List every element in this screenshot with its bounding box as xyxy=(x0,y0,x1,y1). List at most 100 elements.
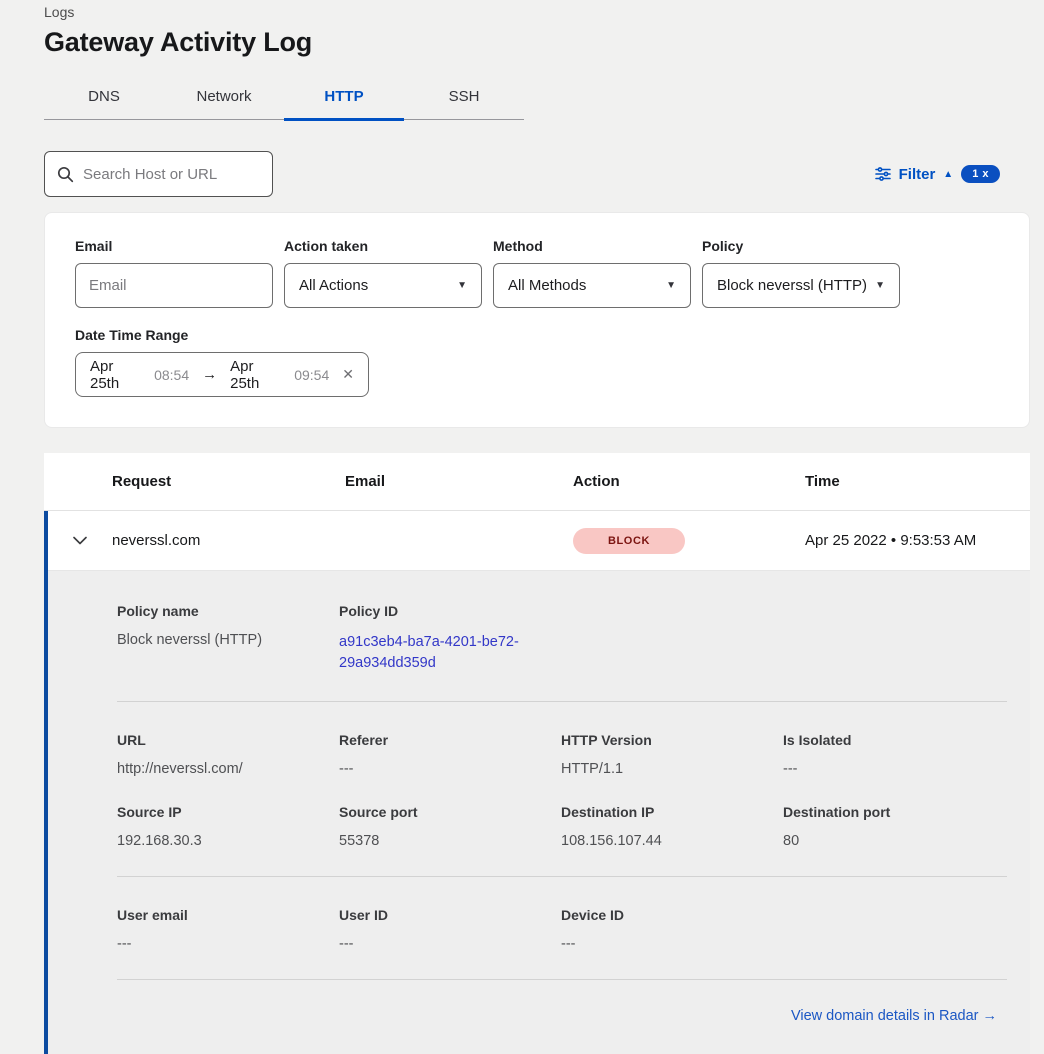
action-taken-select[interactable]: All Actions ▼ xyxy=(284,263,482,308)
row-action: BLOCK xyxy=(573,528,805,554)
http-version-value: HTTP/1.1 xyxy=(561,761,767,777)
start-time[interactable]: 08:54 xyxy=(154,367,189,383)
method-select[interactable]: All Methods ▼ xyxy=(493,263,691,308)
column-header-time: Time xyxy=(805,473,1030,490)
referer-cell: Referer --- xyxy=(339,732,561,777)
url-label: URL xyxy=(117,732,323,748)
section-divider xyxy=(117,701,1007,702)
source-port-label: Source port xyxy=(339,804,545,820)
search-icon xyxy=(57,166,74,183)
referer-value: --- xyxy=(339,761,545,777)
filter-panel: Email Action taken All Actions ▼ Method … xyxy=(44,212,1030,428)
date-range-picker[interactable]: Apr 25th 08:54 → Apr 25th 09:54 ✕ xyxy=(75,352,369,397)
user-email-label: User email xyxy=(117,907,323,923)
destination-port-label: Destination port xyxy=(783,804,989,820)
url-value: http://neverssl.com/ xyxy=(117,761,323,777)
destination-ip-cell: Destination IP 108.156.107.44 xyxy=(561,804,783,849)
page-title: Gateway Activity Log xyxy=(44,27,1044,58)
row-detail-panel: Policy name Block neverssl (HTTP) Policy… xyxy=(48,571,1030,1054)
date-range-field: Date Time Range Apr 25th 08:54 → Apr 25t… xyxy=(75,327,999,397)
destination-ip-label: Destination IP xyxy=(561,804,767,820)
http-section: URL http://neverssl.com/ Referer --- HTT… xyxy=(117,704,1007,879)
source-ip-value: 192.168.30.3 xyxy=(117,833,323,849)
column-header-request: Request xyxy=(112,473,345,490)
url-cell: URL http://neverssl.com/ xyxy=(117,732,339,777)
chevron-up-icon[interactable]: ▲ xyxy=(943,169,953,180)
policy-name-cell: Policy name Block neverssl (HTTP) xyxy=(117,603,339,674)
log-type-tabs: DNS Network HTTP SSH xyxy=(44,76,524,120)
breadcrumb: Logs xyxy=(44,4,1044,20)
radar-link-row: View domain details in Radar → xyxy=(117,982,1007,1054)
tab-dns[interactable]: DNS xyxy=(44,76,164,121)
policy-label: Policy xyxy=(702,238,900,254)
column-header-email: Email xyxy=(345,473,573,490)
user-email-value: --- xyxy=(117,936,323,952)
source-ip-cell: Source IP 192.168.30.3 xyxy=(117,804,339,849)
policy-select[interactable]: Block neverssl (HTTP) ▼ xyxy=(702,263,900,308)
email-filter-input[interactable] xyxy=(75,263,273,308)
row-expand-chevron[interactable] xyxy=(48,536,112,545)
chevron-down-icon xyxy=(73,536,87,545)
close-icon[interactable]: ✕ xyxy=(342,366,354,383)
gateway-activity-log-page: Logs Gateway Activity Log DNS Network HT… xyxy=(0,0,1044,1054)
policy-id-cell: Policy ID a91c3eb4-ba7a-4201-be72-29a934… xyxy=(339,603,561,674)
block-status-badge: BLOCK xyxy=(573,528,685,554)
toolbar: Filter ▲ 1 x xyxy=(44,151,1000,197)
section-divider xyxy=(117,876,1007,877)
destination-port-cell: Destination port 80 xyxy=(783,804,1005,849)
device-id-cell: Device ID --- xyxy=(561,907,783,952)
source-port-cell: Source port 55378 xyxy=(339,804,561,849)
end-time[interactable]: 09:54 xyxy=(294,367,329,383)
policy-id-label: Policy ID xyxy=(339,603,545,619)
filter-count-badge[interactable]: 1 x xyxy=(961,165,1000,183)
search-box[interactable] xyxy=(44,151,273,197)
http-version-cell: HTTP Version HTTP/1.1 xyxy=(561,732,783,777)
device-id-label: Device ID xyxy=(561,907,767,923)
policy-value: Block neverssl (HTTP) xyxy=(717,277,867,294)
table-row[interactable]: neverssl.com BLOCK Apr 25 2022 • 9:53:53… xyxy=(48,511,1030,571)
is-isolated-cell: Is Isolated --- xyxy=(783,732,1005,777)
date-range-label: Date Time Range xyxy=(75,327,999,343)
chevron-down-icon: ▼ xyxy=(666,280,676,291)
is-isolated-value: --- xyxy=(783,761,989,777)
arrow-right-icon: → xyxy=(202,366,217,383)
filter-toggle-button[interactable]: Filter xyxy=(899,166,936,183)
email-filter-field: Email xyxy=(75,238,273,308)
policy-name-label: Policy name xyxy=(117,603,323,619)
source-ip-label: Source IP xyxy=(117,804,323,820)
user-email-cell: User email --- xyxy=(117,907,339,952)
end-date[interactable]: Apr 25th xyxy=(230,358,285,392)
action-taken-label: Action taken xyxy=(284,238,482,254)
search-input[interactable] xyxy=(83,166,282,183)
tab-network[interactable]: Network xyxy=(164,76,284,121)
action-taken-value: All Actions xyxy=(299,277,368,294)
section-divider xyxy=(117,979,1007,980)
http-version-label: HTTP Version xyxy=(561,732,767,748)
tab-ssh[interactable]: SSH xyxy=(404,76,524,121)
destination-ip-value: 108.156.107.44 xyxy=(561,833,767,849)
filter-control: Filter ▲ 1 x xyxy=(875,165,1000,183)
row-request: neverssl.com xyxy=(112,532,345,549)
referer-label: Referer xyxy=(339,732,545,748)
is-isolated-label: Is Isolated xyxy=(783,732,989,748)
method-label: Method xyxy=(493,238,691,254)
source-port-value: 55378 xyxy=(339,833,545,849)
activity-log-table: Request Email Action Time neverssl.com B… xyxy=(44,453,1030,1054)
policy-section: Policy name Block neverssl (HTTP) Policy… xyxy=(117,603,1007,704)
start-date[interactable]: Apr 25th xyxy=(90,358,145,392)
device-id-value: --- xyxy=(561,936,767,952)
user-id-value: --- xyxy=(339,936,545,952)
view-domain-details-radar-link[interactable]: View domain details in Radar → xyxy=(791,1008,997,1024)
chevron-down-icon: ▼ xyxy=(457,280,467,291)
tab-http[interactable]: HTTP xyxy=(284,76,404,121)
policy-name-value: Block neverssl (HTTP) xyxy=(117,632,323,648)
method-value: All Methods xyxy=(508,277,586,294)
policy-id-link[interactable]: a91c3eb4-ba7a-4201-be72-29a934dd359d xyxy=(339,632,534,674)
email-filter-label: Email xyxy=(75,238,273,254)
action-taken-field: Action taken All Actions ▼ xyxy=(284,238,482,308)
user-id-label: User ID xyxy=(339,907,545,923)
filter-fields-row: Email Action taken All Actions ▼ Method … xyxy=(75,238,999,308)
column-header-action: Action xyxy=(573,473,805,490)
policy-field: Policy Block neverssl (HTTP) ▼ xyxy=(702,238,900,308)
chevron-down-icon: ▼ xyxy=(875,280,885,291)
